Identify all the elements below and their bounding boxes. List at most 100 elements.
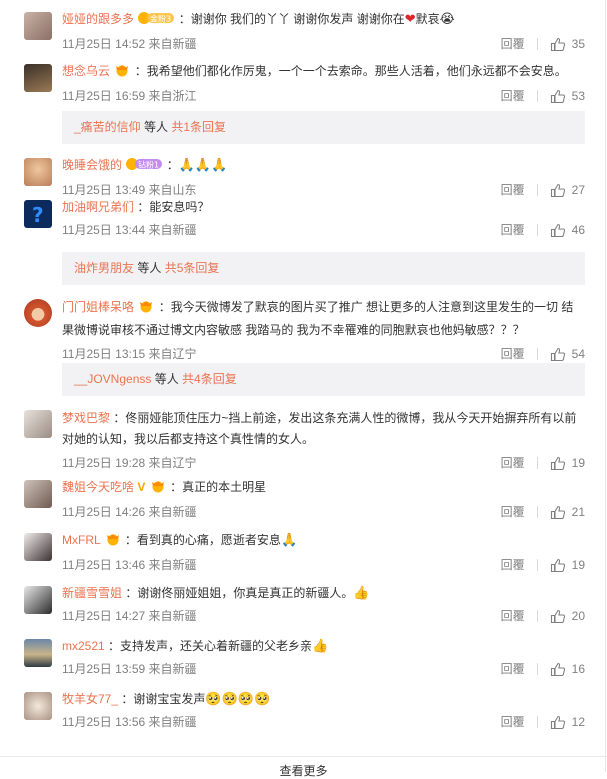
like-button[interactable]: 54 bbox=[550, 344, 585, 364]
like-button[interactable]: 12 bbox=[550, 712, 585, 732]
comment-item: mx2521 ：支持发声，还关心着新疆的父老乡亲👍 11月25日 13:59 来… bbox=[0, 627, 605, 680]
comment-time: 11月25日 13:15 来自辽宁 bbox=[62, 347, 197, 361]
like-button[interactable]: 46 bbox=[550, 220, 585, 240]
comment-item: ? 加油啊兄弟们 ：能安息吗？ 11月25日 13:44 来自新疆 回覆 46 bbox=[0, 196, 605, 240]
comment-time: 11月25日 14:26 来自新疆 bbox=[62, 505, 197, 519]
thumbs-up-icon bbox=[550, 89, 566, 104]
divider bbox=[536, 506, 538, 518]
like-count: 12 bbox=[571, 715, 585, 729]
thumbs-up-icon bbox=[550, 662, 566, 677]
avatar[interactable] bbox=[24, 639, 52, 667]
thumbs-up-icon bbox=[550, 558, 566, 573]
praying-hands-icon: 🙏 bbox=[280, 532, 298, 547]
username[interactable]: 门门姐棒呆咯 bbox=[62, 300, 134, 314]
reply-button[interactable]: 回覆 bbox=[501, 86, 525, 106]
avatar[interactable] bbox=[24, 299, 52, 327]
thumbs-up-icon bbox=[550, 715, 566, 730]
reply-thread[interactable]: 油炸男朋友 等人 共5条回复 bbox=[62, 252, 585, 285]
reply-count-link[interactable]: 共1条回复 bbox=[171, 120, 226, 134]
username[interactable]: 新疆雪雪姐 bbox=[62, 586, 122, 600]
avatar[interactable] bbox=[24, 692, 52, 720]
username[interactable]: mx2521 bbox=[62, 639, 105, 653]
username[interactable]: 想念乌云 bbox=[62, 64, 110, 78]
comment-list: 娅娅的跟多多 金粉3 ：谢谢你 我们的丫丫 谢谢你发声 谢谢你在❤默哀😭 11月… bbox=[0, 0, 606, 772]
reply-connector: 等人 bbox=[134, 261, 165, 275]
like-count: 16 bbox=[571, 662, 585, 676]
reply-button[interactable]: 回覆 bbox=[501, 34, 525, 54]
reply-button[interactable]: 回覆 bbox=[501, 606, 525, 626]
like-count: 35 bbox=[571, 37, 585, 51]
avatar[interactable] bbox=[24, 533, 52, 561]
divider bbox=[536, 38, 538, 50]
comment-text: ：谢谢佟丽娅姐姐，你真是真正的新疆人。 bbox=[125, 586, 354, 600]
reply-button[interactable]: 回覆 bbox=[501, 555, 525, 575]
comment-time: 11月25日 13:44 来自新疆 bbox=[62, 223, 197, 237]
crying-face-icon: 😭 bbox=[439, 11, 455, 26]
reply-button[interactable]: 回覆 bbox=[501, 344, 525, 364]
like-button[interactable]: 53 bbox=[550, 86, 585, 106]
reply-count-link[interactable]: 共5条回复 bbox=[165, 261, 220, 275]
comment-text: ：支持发声，还关心着新疆的父老乡亲 bbox=[108, 639, 313, 653]
comment-text: ： bbox=[166, 158, 179, 172]
divider bbox=[536, 224, 538, 236]
comment-item: 娅娅的跟多多 金粉3 ：谢谢你 我们的丫丫 谢谢你发声 谢谢你在❤默哀😭 11月… bbox=[0, 0, 605, 52]
comment-time: 11月25日 13:49 来自山东 bbox=[62, 183, 197, 197]
username[interactable]: 魏姐今天吃啥 bbox=[62, 480, 134, 494]
username[interactable]: 牧羊女77_ bbox=[62, 692, 118, 706]
divider bbox=[536, 90, 538, 102]
badge-label: 钻粉1 bbox=[138, 160, 159, 170]
avatar[interactable] bbox=[24, 410, 52, 438]
like-count: 21 bbox=[571, 505, 585, 519]
comment-item: 门门姐棒呆咯 ：我今天微博发了默哀的图片买了推广 想让更多的人注意到这里发生的一… bbox=[0, 285, 605, 361]
comment-item: 晚睡会饿的 钻粉1 ：🙏🙏🙏 11月25日 13:49 来自山东 回覆 27 bbox=[0, 144, 605, 197]
fan-crown-icon bbox=[113, 63, 131, 83]
like-button[interactable]: 19 bbox=[550, 555, 585, 575]
username[interactable]: 梦戏巴黎 bbox=[62, 411, 110, 425]
reply-button[interactable]: 回覆 bbox=[501, 502, 525, 522]
like-count: 19 bbox=[571, 558, 585, 572]
like-button[interactable]: 20 bbox=[550, 606, 585, 626]
username[interactable]: 娅娅的跟多多 bbox=[62, 12, 134, 26]
avatar[interactable]: ? bbox=[24, 200, 52, 228]
reply-count-link[interactable]: 共4条回复 bbox=[182, 372, 237, 386]
like-button[interactable]: 21 bbox=[550, 502, 585, 522]
thumbs-up-icon bbox=[550, 609, 566, 624]
comment-time: 11月25日 16:59 来自浙江 bbox=[62, 89, 197, 103]
avatar[interactable] bbox=[24, 64, 52, 92]
load-more-button[interactable]: 查看更多 bbox=[0, 762, 607, 779]
like-button[interactable]: 35 bbox=[550, 34, 585, 54]
avatar[interactable] bbox=[24, 480, 52, 508]
comment-text: ：看到真的心痛，愿逝者安息 bbox=[124, 533, 281, 547]
username[interactable]: 晚睡会饿的 bbox=[62, 158, 122, 172]
thumbs-up-icon bbox=[550, 505, 566, 520]
pleading-face-icon: 🥺🥺🥺🥺 bbox=[205, 691, 271, 706]
reply-button[interactable]: 回覆 bbox=[501, 220, 525, 240]
like-count: 20 bbox=[571, 609, 585, 623]
reply-thread[interactable]: _痛苦的信仰 等人 共1条回复 bbox=[62, 111, 585, 144]
divider bbox=[536, 610, 538, 622]
thumbs-up-icon bbox=[550, 347, 566, 362]
fan-badge-icon: 金粉3 bbox=[137, 11, 175, 31]
fan-crown-icon bbox=[149, 479, 167, 499]
avatar[interactable] bbox=[24, 12, 52, 40]
reply-thread[interactable]: __JOVNgenss 等人 共4条回复 bbox=[62, 363, 585, 396]
reply-button[interactable]: 回覆 bbox=[501, 712, 525, 732]
username[interactable]: MxFRL bbox=[62, 533, 100, 547]
red-heart-icon: ❤ bbox=[404, 11, 416, 26]
reply-username[interactable]: 油炸男朋友 bbox=[74, 261, 134, 275]
avatar[interactable] bbox=[24, 586, 52, 614]
reply-button[interactable]: 回覆 bbox=[501, 659, 525, 679]
comment-text: ：能安息吗？ bbox=[137, 200, 210, 214]
thumbs-up-icon bbox=[550, 223, 566, 238]
like-button[interactable]: 16 bbox=[550, 659, 585, 679]
comment-text: ：我希望他们都化作厉鬼，一个一个去索命。那些人活着，他们永远都不会安息。 bbox=[134, 64, 567, 78]
fan-crown-icon bbox=[104, 532, 122, 552]
comment-text: ：谢谢宝宝发声 bbox=[121, 692, 206, 706]
comment-time: 11月25日 13:56 来自新疆 bbox=[62, 715, 197, 729]
reply-connector: 等人 bbox=[140, 120, 172, 134]
reply-username[interactable]: _痛苦的信仰 bbox=[74, 120, 141, 134]
divider bbox=[536, 663, 538, 675]
reply-username[interactable]: __JOVNgenss bbox=[74, 372, 151, 386]
username[interactable]: 加油啊兄弟们 bbox=[62, 200, 134, 214]
avatar[interactable] bbox=[24, 158, 52, 186]
